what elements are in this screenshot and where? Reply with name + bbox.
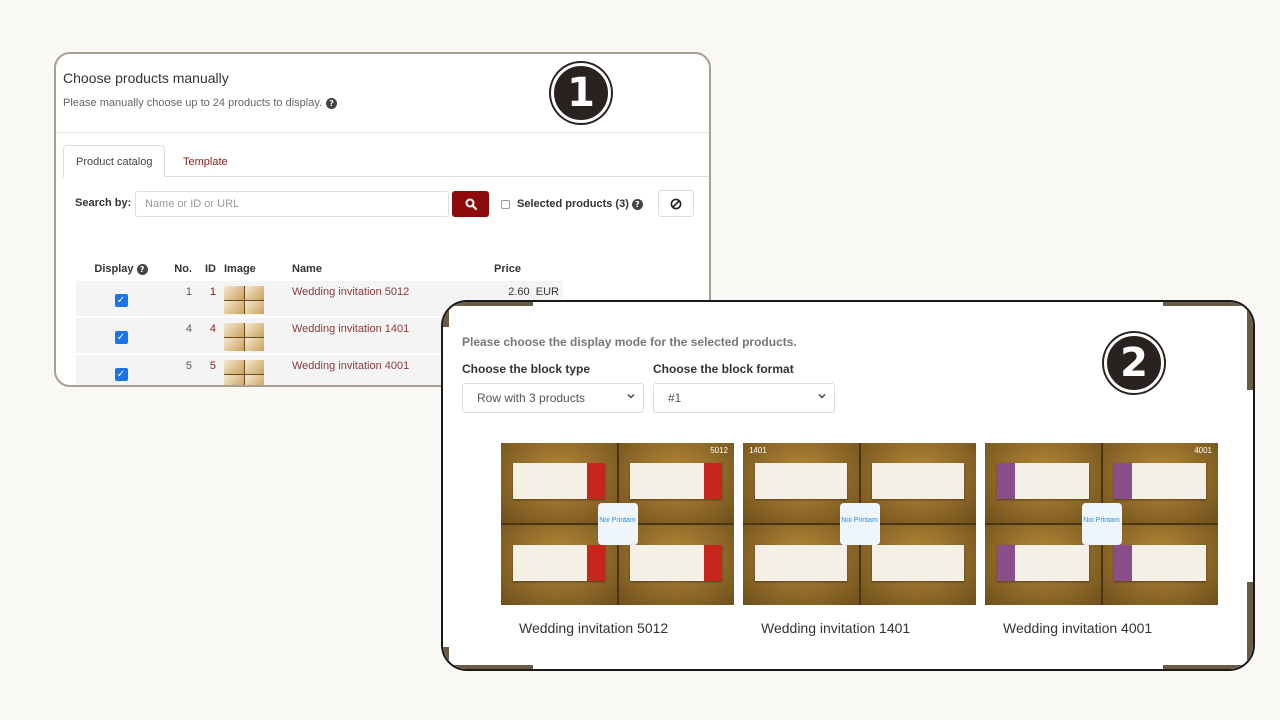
table-header: Display ? No. ID Image Name Price — [76, 258, 563, 280]
display-checkbox[interactable]: ✓ — [114, 368, 128, 381]
brand-logo: Noi Printam — [839, 503, 880, 545]
product-code: 5012 — [710, 446, 728, 455]
display-mode-panel: Please choose the display mode for the s… — [441, 300, 1255, 671]
product-image: 4001 Noi Printam — [985, 443, 1218, 605]
row-id[interactable]: 4 — [196, 316, 220, 354]
help-icon[interactable]: ? — [631, 198, 643, 210]
frame-decoration — [443, 302, 449, 669]
row-id[interactable]: 1 — [196, 279, 220, 317]
subtitle-text: Please manually choose up to 24 products… — [63, 97, 323, 109]
frame-decoration — [1163, 665, 1253, 669]
product-title: Wedding invitation 5012 — [519, 620, 669, 636]
product-thumbnail — [224, 360, 264, 385]
tab-bar: Product catalog Template — [63, 145, 709, 178]
frame-decoration — [1163, 302, 1253, 306]
block-format-select[interactable]: #1 — [653, 383, 835, 413]
step-badge-1: 1 — [551, 63, 611, 123]
product-title: Wedding invitation 1401 — [761, 620, 911, 636]
display-mode-intro: Please choose the display mode for the s… — [462, 335, 797, 349]
frame-decoration — [1247, 302, 1253, 669]
panel-title: Choose products manually — [63, 70, 229, 86]
selected-products-checkbox[interactable] — [501, 200, 510, 209]
block-format-value: #1 — [668, 391, 682, 405]
product-name-link[interactable]: Wedding invitation 1401 — [288, 316, 452, 354]
display-checkbox[interactable]: ✓ — [114, 331, 128, 344]
product-card[interactable]: 5012 Noi Printam Wedding invitation 5012 — [501, 443, 734, 636]
frame-decoration — [443, 665, 533, 669]
search-icon — [465, 198, 477, 210]
panel-subtitle: Please manually choose up to 24 products… — [63, 97, 338, 109]
selected-products-text: Selected products (3) — [517, 198, 629, 210]
chevron-down-icon — [627, 394, 635, 399]
block-type-label: Choose the block type — [462, 362, 591, 376]
col-price: Price — [494, 262, 521, 275]
product-image: 5012 Noi Printam — [501, 443, 734, 605]
tab-product-catalog[interactable]: Product catalog — [63, 145, 166, 178]
clear-selection-button[interactable] — [658, 190, 694, 217]
tab-template[interactable]: Template — [171, 145, 240, 178]
col-display: Display ? — [76, 258, 166, 280]
product-code: 4001 — [1194, 446, 1212, 455]
row-no: 5 — [166, 353, 196, 385]
product-card[interactable]: 1401 Noi Printam Wedding invitation 1401 — [743, 443, 976, 636]
col-no: No. — [174, 262, 192, 275]
search-label: Search by: — [75, 197, 132, 209]
selected-products-label: Selected products (3) ? — [517, 198, 643, 210]
col-id: ID — [205, 262, 216, 275]
block-type-value: Row with 3 products — [477, 391, 586, 405]
brand-logo: Noi Printam — [1081, 503, 1122, 545]
product-title: Wedding invitation 4001 — [1003, 620, 1153, 636]
step-badge-2: 2 — [1104, 333, 1164, 393]
product-code: 1401 — [749, 446, 767, 455]
row-no: 4 — [166, 316, 196, 354]
row-id[interactable]: 5 — [196, 353, 220, 385]
product-thumbnail — [224, 286, 264, 314]
block-format-label: Choose the block format — [653, 362, 794, 376]
help-icon[interactable]: ? — [326, 97, 338, 109]
row-no: 1 — [166, 279, 196, 317]
product-card[interactable]: 4001 Noi Printam Wedding invitation 4001 — [985, 443, 1218, 636]
search-input[interactable] — [135, 191, 449, 217]
brand-logo: Noi Printam — [597, 503, 638, 545]
display-checkbox[interactable]: ✓ — [114, 294, 128, 307]
col-image: Image — [224, 262, 256, 275]
col-name: Name — [292, 262, 322, 275]
ban-icon — [670, 198, 682, 209]
product-image: 1401 Noi Printam — [743, 443, 976, 605]
block-type-select[interactable]: Row with 3 products — [462, 383, 644, 413]
frame-decoration — [443, 302, 533, 306]
search-button[interactable] — [452, 191, 489, 217]
product-thumbnail — [224, 323, 264, 351]
help-icon[interactable]: ? — [136, 263, 148, 275]
product-name-link[interactable]: Wedding invitation 4001 — [288, 353, 452, 385]
product-name-link[interactable]: Wedding invitation 5012 — [288, 279, 452, 317]
divider — [56, 132, 709, 133]
chevron-down-icon — [818, 394, 826, 399]
